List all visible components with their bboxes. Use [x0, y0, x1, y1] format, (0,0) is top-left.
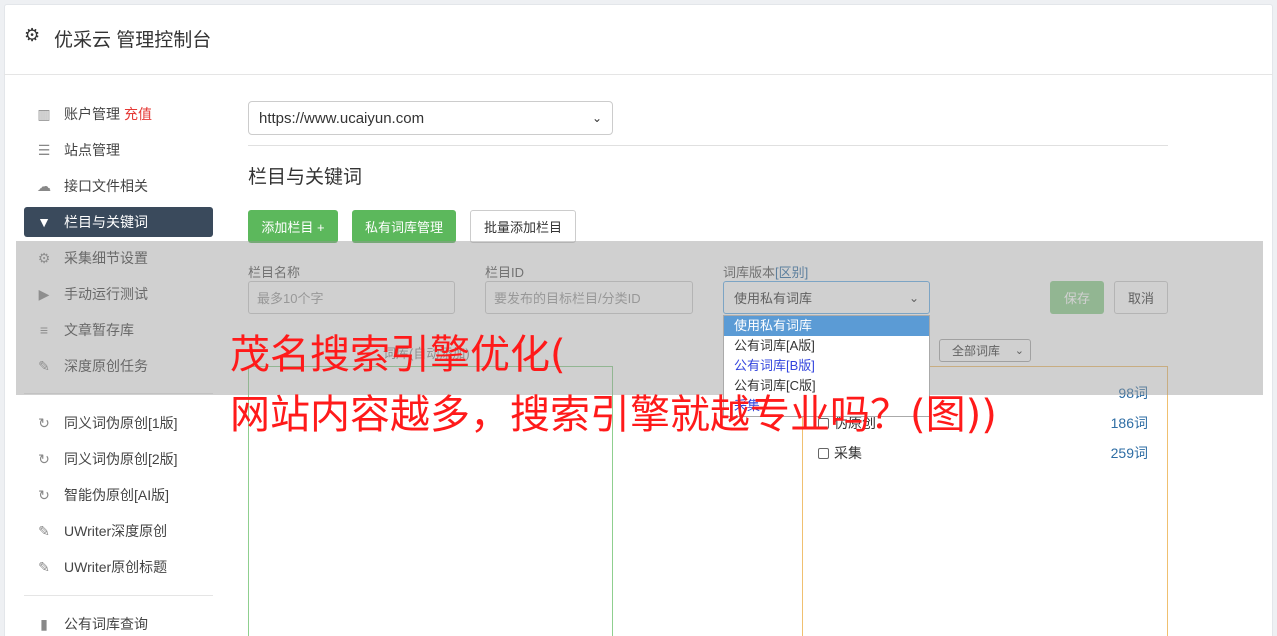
chevron-down-icon: ⌄ [1014, 345, 1024, 357]
sidebar-item-label: UWriter原创标题 [64, 559, 168, 575]
sidebar-item-account[interactable]: ▥ 账户管理 充值 [24, 99, 213, 129]
sidebar-item-label: 手动运行测试 [64, 286, 148, 302]
bar-chart-icon: ▥ [37, 105, 51, 122]
server-icon: ☰ [37, 141, 51, 158]
lib-diff-link[interactable]: [区别] [775, 265, 808, 280]
banner-line-2: 网站内容越多，搜索引擎就越专业吗？(图)) [230, 392, 997, 438]
dropdown-option[interactable]: 使用私有词库 [724, 316, 929, 336]
dropdown-option[interactable]: 公有词库[A版] [724, 336, 929, 356]
sidebar-item-sites[interactable]: ☰ 站点管理 [24, 135, 213, 165]
sidebar-item-label: 站点管理 [64, 142, 120, 158]
sidebar-item-label: UWriter深度原创 [64, 523, 168, 539]
batch-add-column-button[interactable]: 批量添加栏目 [470, 210, 576, 243]
sidebar-item-manual-run[interactable]: ▶ 手动运行测试 [24, 279, 213, 309]
edit-icon: ✎ [38, 357, 50, 374]
sidebar-item-label: 栏目与关键词 [64, 214, 148, 230]
chevron-down-icon: ⌄ [908, 290, 919, 305]
column-id-input[interactable]: 要发布的目标栏目/分类ID [485, 281, 693, 314]
cloud-upload-icon: ☁ [37, 177, 51, 194]
sidebar-item-label: 账户管理 [64, 106, 120, 122]
filter-icon: ▼ [37, 214, 51, 230]
sidebar-item-synonym-v2[interactable]: ↻ 同义词伪原创[2版] [24, 444, 213, 474]
page-title: 优采云 管理控制台 [54, 30, 212, 51]
sidebar-item-synonym-v1[interactable]: ↻ 同义词伪原创[1版] [24, 408, 213, 438]
sidebar-item-label: 同义词伪原创[1版] [64, 415, 178, 431]
lib-version-label: 词库版本[区别] [723, 262, 808, 281]
filter-select-value: 全部词库 [952, 344, 1001, 358]
play-icon: ▶ [38, 285, 50, 302]
private-lib-button[interactable]: 私有词库管理 [352, 210, 456, 243]
sidebar-item-collect-settings[interactable]: ⚙ 采集细节设置 [24, 243, 213, 273]
keyword-row[interactable]: 采集 259词 [818, 443, 1148, 463]
page-header: ⚙ 优采云 管理控制台 [4, 4, 1273, 75]
edit-icon: ✎ [38, 522, 50, 539]
database-icon: ≡ [39, 322, 49, 338]
keyword-count: 259词 [1110, 445, 1148, 461]
keyword-count: 186词 [1110, 415, 1148, 431]
sidebar-divider [24, 595, 213, 596]
add-column-button[interactable]: 添加栏目 + [248, 210, 338, 243]
lib-version-select[interactable]: 使用私有词库 ⌄ [723, 281, 930, 314]
keyword-count: 98词 [1118, 385, 1148, 401]
cancel-button[interactable]: 取消 [1114, 281, 1168, 314]
sidebar-item-uwriter-deep[interactable]: ✎ UWriter深度原创 [24, 516, 213, 546]
lib-version-value: 使用私有词库 [734, 291, 813, 306]
chevron-down-icon: ⌄ [591, 111, 602, 125]
refresh-icon: ↻ [38, 414, 50, 431]
section-title: 栏目与关键词 [248, 167, 363, 188]
checkbox[interactable] [818, 448, 829, 459]
sidebar-item-ai-rewrite[interactable]: ↻ 智能伪原创[AI版] [24, 480, 213, 510]
keyword-label: 采集 [834, 445, 862, 461]
sidebar-item-deep-original[interactable]: ✎ 深度原创任务 [24, 351, 213, 381]
filter-select[interactable]: 全部词库 ⌄ [939, 339, 1031, 362]
sidebar-item-label: 同义词伪原创[2版] [64, 451, 178, 467]
book-icon: ▮ [40, 615, 48, 632]
column-id-label: 栏目ID [485, 265, 525, 280]
sidebar-item-interface[interactable]: ☁ 接口文件相关 [24, 171, 213, 201]
sidebar-item-label: 公有词库查询 [64, 616, 148, 632]
sidebar-item-label: 采集细节设置 [64, 250, 148, 266]
sidebar-item-label: 接口文件相关 [64, 178, 148, 194]
cogs-icon: ⚙ [37, 249, 51, 266]
gear-icon: ⚙ [24, 25, 41, 45]
edit-icon: ✎ [38, 558, 50, 575]
refresh-icon: ↻ [38, 486, 50, 503]
sidebar-divider [24, 393, 213, 394]
sidebar-item-uwriter-title[interactable]: ✎ UWriter原创标题 [24, 552, 213, 582]
sidebar-item-label: 智能伪原创[AI版] [64, 487, 170, 503]
sidebar-item-label: 文章暂存库 [64, 322, 134, 338]
lib-version-text: 词库版本 [723, 265, 776, 280]
recharge-link[interactable]: 充值 [124, 104, 152, 124]
save-button[interactable]: 保存 [1050, 281, 1104, 314]
site-select-value: https://www.ucaiyun.com [259, 109, 425, 127]
banner-line-1: 茂名搜索引擎优化( [230, 332, 566, 378]
refresh-icon: ↻ [38, 450, 50, 467]
sidebar-item-label: 深度原创任务 [64, 358, 148, 374]
sidebar-item-public-lib[interactable]: ▮ 公有词库查询 [24, 609, 213, 636]
sidebar-item-article-store[interactable]: ≡ 文章暂存库 [24, 315, 213, 345]
divider [248, 145, 1168, 146]
site-select[interactable]: https://www.ucaiyun.com ⌄ [248, 101, 613, 135]
column-name-input[interactable]: 最多10个字 [248, 281, 455, 314]
dropdown-option[interactable]: 公有词库[B版] [724, 356, 929, 376]
column-name-label: 栏目名称 [248, 265, 301, 280]
sidebar-item-columns[interactable]: ▼ 栏目与关键词 [24, 207, 213, 237]
